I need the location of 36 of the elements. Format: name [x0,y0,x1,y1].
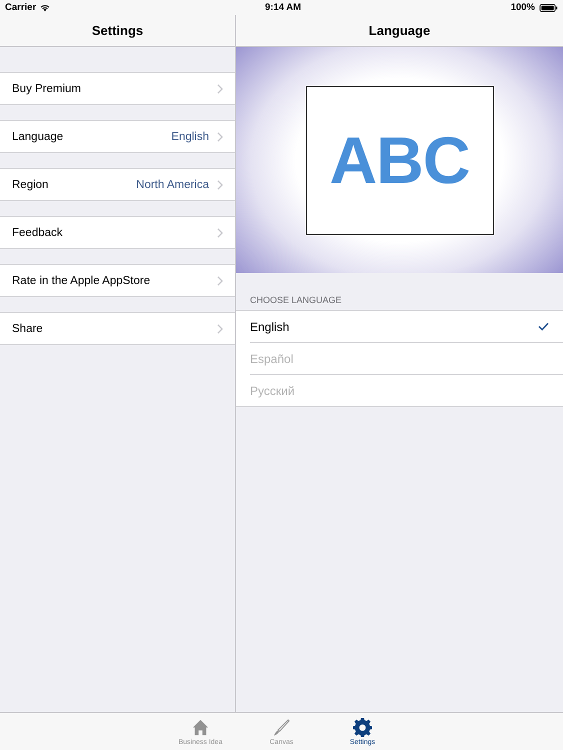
brush-icon [272,718,291,736]
row-label: Русский [250,384,295,398]
row-label: Feedback [12,226,64,238]
row-value: North America [136,178,209,190]
row-label: Buy Premium [12,82,82,94]
gear-icon [353,718,372,736]
chevron-icon [217,276,223,286]
chevron-icon [217,132,223,142]
nav-title: Language [368,23,430,38]
chevron-icon [217,228,223,238]
settings-row[interactable]: Buy Premium [0,72,235,105]
row-label: Share [12,322,44,334]
nav-title: Settings [92,23,144,38]
settings-row[interactable]: Language English [0,120,235,153]
wifi-icon [40,4,50,12]
chevron-icon [217,180,223,190]
settings-row[interactable]: Share [0,312,235,345]
carrier-label: Carrier [5,2,36,13]
row-value: English [171,130,209,142]
battery-label: 100% [510,2,535,13]
row-label: Español [250,352,294,366]
row-label: English [250,320,290,334]
section-header: CHOOSE LANGUAGE [249,294,343,307]
time-label: 9:14 AM [265,2,302,13]
preview-text: ABC [330,122,470,198]
settings-row[interactable]: Feedback [0,216,235,249]
row-label: Language [12,130,64,142]
language-row[interactable]: English [250,311,563,343]
chevron-icon [217,84,223,94]
row-label: Rate in the Apple AppStore [12,274,152,286]
chevron-icon [217,324,223,334]
settings-row[interactable]: Rate in the Apple AppStore [0,264,235,297]
settings-row[interactable]: Region North America [0,168,235,201]
house-icon [191,718,210,736]
battery-icon [539,4,558,12]
row-label: Region [12,178,50,190]
